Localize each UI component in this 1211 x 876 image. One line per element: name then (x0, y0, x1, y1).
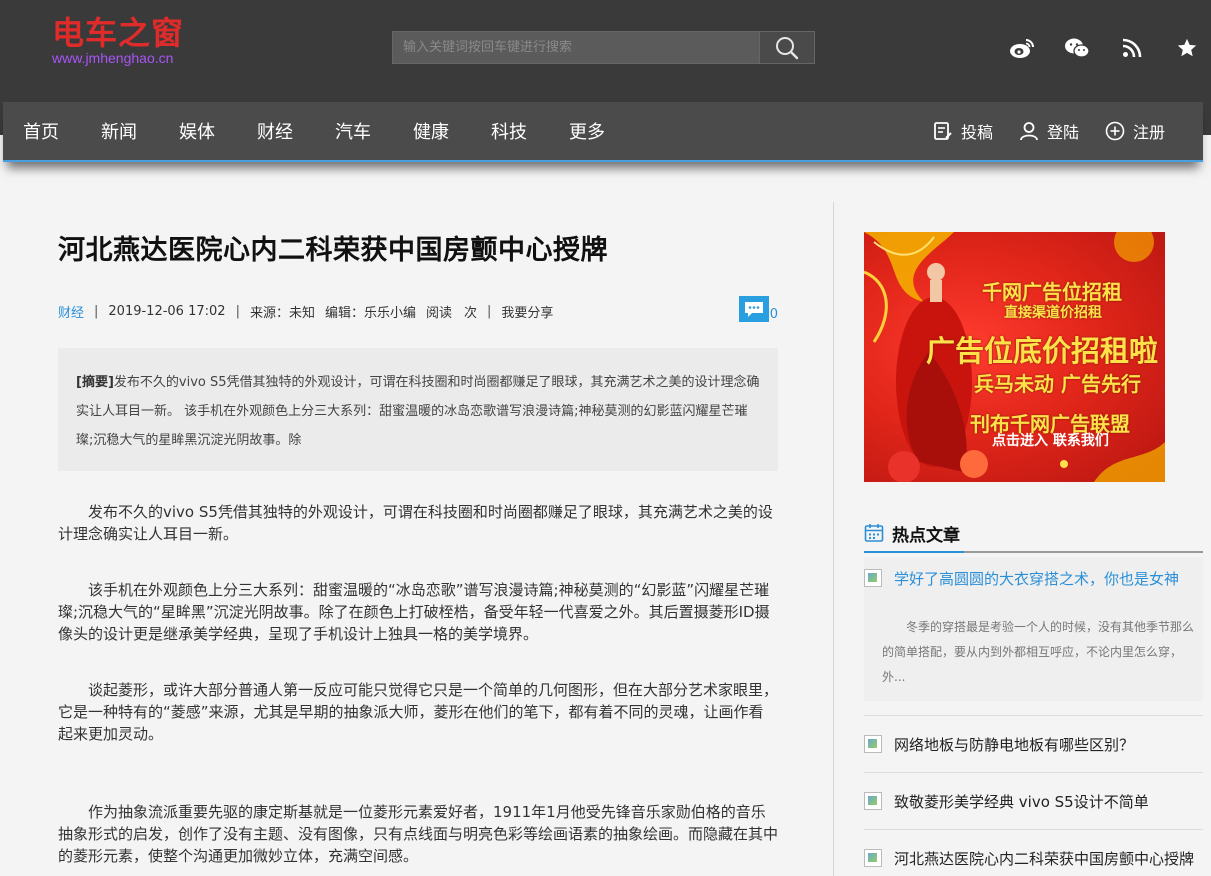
article-summary: [摘要]发布不久的vivo S5凭借其独特的外观设计，可谓在科技圈和时尚圈都赚足… (58, 348, 778, 471)
featured-article-title[interactable]: 学好了高圆圆的大衣穿搭之术，你也是女神 (864, 565, 1203, 591)
ad-line-1: 千网广告位招租 (982, 280, 1122, 304)
search-icon (776, 36, 799, 59)
ad-line-6: 点击进入 联系我们 (992, 433, 1109, 449)
rss-icon[interactable] (1118, 34, 1146, 62)
calendar-icon (864, 524, 884, 542)
thumbnail-image (864, 849, 882, 867)
thumbnail-image (864, 792, 882, 810)
meta-separator: | (235, 303, 240, 319)
ad-line-4: 兵马未动 广告先行 (974, 372, 1141, 396)
register-link[interactable]: 注册 (1105, 119, 1165, 143)
ad-banner[interactable]: 千网广告位招租 直接渠道价招租 广告位底价招租啦 兵马未动 广告先行 刊布千网广… (864, 232, 1165, 482)
logo-title: 电车之窗 (52, 14, 185, 52)
nav-item-finance[interactable]: 财经 (257, 118, 293, 144)
featured-title-text: 学好了高圆圆的大衣穿搭之术，你也是女神 (894, 569, 1180, 588)
thumbnail-image (864, 735, 882, 753)
header-accent-bar (864, 551, 964, 553)
article-paragraph: 作为抽象流派重要先驱的康定斯基就是一位菱形元素爱好者，1911年1月他受先锋音乐… (58, 803, 779, 865)
column-divider (833, 202, 834, 876)
social-icons (1008, 34, 1201, 62)
summary-label: [摘要] (76, 375, 114, 390)
hot-articles-header: 热点文章 (864, 515, 1203, 553)
nav-item-entertainment[interactable]: 娱体 (179, 118, 215, 144)
edit-document-icon (934, 122, 952, 140)
star-icon[interactable] (1173, 34, 1201, 62)
submit-article-link[interactable]: 投稿 (933, 119, 993, 143)
hot-articles-title: 热点文章 (892, 525, 960, 546)
share-link[interactable]: 我要分享 (501, 302, 553, 321)
nav-item-more[interactable]: 更多 (569, 118, 605, 144)
article-editor: 编辑：乐乐小编 (324, 305, 416, 321)
article-paragraph: 谈起菱形，或许大部分普通人第一反应可能只觉得它只是一个简单的几何图形，但在大部分… (58, 681, 779, 743)
nav-item-health[interactable]: 健康 (413, 118, 449, 144)
ad-line-3: 广告位底价招租啦 (926, 334, 1159, 368)
nav-item-tech[interactable]: 科技 (491, 118, 527, 144)
article-paragraph: 发布不久的vivo S5凭借其独特的外观设计，可谓在科技圈和时尚圈都赚足了眼球，… (58, 503, 773, 543)
weibo-icon[interactable] (1008, 34, 1036, 62)
plus-circle-icon (1105, 121, 1125, 141)
comment-icon (738, 296, 769, 322)
nav-item-news[interactable]: 新闻 (101, 118, 137, 144)
user-icon (1020, 122, 1038, 141)
logo-url: www.jmhenghao.cn (52, 50, 174, 66)
ad-line-2: 直接渠道价招租 (1004, 305, 1102, 321)
article: 河北燕达医院心内二科荣获中国房颤中心授牌 财经 | 2019-12-06 17:… (58, 210, 778, 867)
category-link[interactable]: 财经 (58, 302, 84, 321)
meta-separator: | (487, 303, 492, 319)
meta-separator: | (94, 303, 99, 319)
nav-item-auto[interactable]: 汽车 (335, 118, 371, 144)
login-label: 登陆 (1046, 123, 1079, 142)
register-label: 注册 (1132, 123, 1165, 142)
main-nav: 首页 新闻 娱体 财经 汽车 健康 科技 更多 投稿 登陆 注册 (3, 102, 1203, 162)
article-paragraph: 该手机在外观颜色上分三大系列：甜蜜温暖的“冰岛恋歌”谱写浪漫诗篇;神秘莫测的“幻… (58, 581, 770, 643)
site-logo[interactable]: 电车之窗 www.jmhenghao.cn (52, 14, 184, 66)
search-bar (392, 31, 815, 64)
list-item-title: 致敬菱形美学经典 vivo S5设计不简单 (894, 792, 1149, 811)
comment-badge[interactable]: 0 (738, 296, 778, 322)
nav-menu: 首页 新闻 娱体 财经 汽车 健康 科技 更多 (23, 102, 647, 160)
comment-count: 0 (769, 307, 778, 322)
user-actions: 投稿 登陆 注册 (933, 102, 1165, 160)
thumbnail-image (864, 569, 882, 587)
featured-article[interactable]: 学好了高圆圆的大衣穿搭之术，你也是女神 冬季的穿搭最是考验一个人的时候，没有其他… (864, 557, 1203, 701)
list-item-title: 河北燕达医院心内二科荣获中国房颤中心授牌 (894, 849, 1195, 868)
list-item[interactable]: 致敬菱形美学经典 vivo S5设计不简单 (864, 772, 1203, 829)
article-meta: 财经 | 2019-12-06 17:02 | 来源：未知 编辑：乐乐小编 阅读… (58, 296, 778, 323)
read-count-unit: 次 (464, 305, 478, 321)
list-item-title: 网络地板与防静电地板有哪些区别？ (894, 735, 1135, 754)
article-title: 河北燕达医院心内二科荣获中国房颤中心授牌 (58, 235, 608, 266)
search-input[interactable] (392, 31, 760, 64)
read-count-label: 阅读 (425, 305, 452, 321)
wechat-icon[interactable] (1063, 34, 1091, 62)
nav-item-home[interactable]: 首页 (23, 118, 59, 144)
sidebar: 千网广告位招租 直接渠道价招租 广告位底价招租啦 兵马未动 广告先行 刊布千网广… (864, 232, 1203, 876)
summary-text: 发布不久的vivo S5凭借其独特的外观设计，可谓在科技圈和时尚圈都赚足了眼球，… (76, 375, 760, 448)
featured-article-desc: 冬季的穿搭最是考验一个人的时候，没有其他季节那么的简单搭配，要从内到外都相互呼应… (882, 620, 1195, 684)
article-source: 来源：未知 (249, 305, 315, 321)
list-item[interactable]: 网络地板与防静电地板有哪些区别？ (864, 715, 1203, 772)
publish-datetime: 2019-12-06 17:02 (108, 303, 226, 319)
search-button[interactable] (760, 31, 815, 64)
submit-label: 投稿 (960, 123, 993, 142)
login-link[interactable]: 登陆 (1019, 119, 1079, 143)
list-item[interactable]: 河北燕达医院心内二科荣获中国房颤中心授牌 (864, 829, 1203, 876)
